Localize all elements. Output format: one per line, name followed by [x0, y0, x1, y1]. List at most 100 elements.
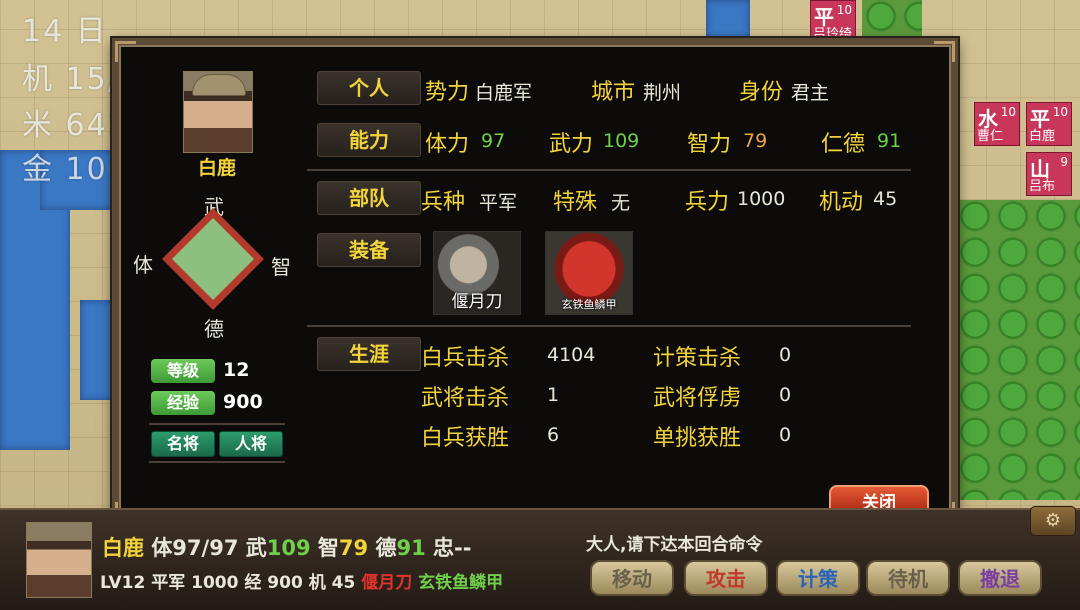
- special-label: 特殊: [553, 190, 598, 215]
- level-value: 12: [223, 359, 250, 381]
- hero-detail-weapon: 偃月刀: [361, 573, 413, 593]
- armor-name: 玄铁鱼鳞甲: [561, 298, 617, 311]
- move-button[interactable]: 移动: [590, 560, 674, 596]
- virtue-value: 91: [877, 130, 902, 152]
- hero-summary-int-label: 智: [317, 536, 339, 560]
- career-stat-label: 武将俘虏: [653, 386, 742, 411]
- level-badge: 等级: [151, 359, 215, 383]
- city-label: 城市: [591, 80, 636, 105]
- career-stat-label: 计策击杀: [653, 346, 742, 371]
- hero-detail-line: LV12 平军 1000 经 900 机 45 偃月刀 玄铁鱼鳞甲: [100, 568, 503, 593]
- unit-level: 10: [1000, 105, 1016, 119]
- hp-label: 体力: [425, 132, 470, 157]
- mobility-label: 机动: [819, 190, 864, 215]
- hero-summary-loyalty: 忠--: [433, 536, 472, 560]
- command-prompt: 大人,请下达本回合命令: [586, 535, 763, 555]
- int-label: 智力: [687, 132, 732, 157]
- career-stat-value: 0: [779, 424, 792, 446]
- faction-value: 白鹿军: [475, 82, 533, 104]
- rank-value: 君主: [791, 82, 830, 104]
- map-unit[interactable]: 山 9 吕布: [1026, 152, 1072, 196]
- hp-value: 97: [481, 130, 506, 152]
- hero-summary-war-label: 武: [245, 536, 267, 560]
- stat-axis-int: 智: [271, 255, 291, 279]
- bottom-status-bar: 白鹿 体97/97 武109 智79 德91 忠-- LV12 平军 1000 …: [0, 508, 1080, 610]
- armor-slot[interactable]: 玄铁鱼鳞甲: [545, 231, 633, 315]
- section-ability: 能力: [317, 123, 421, 157]
- war-value: 109: [603, 130, 640, 152]
- career-stat-value: 4104: [547, 344, 596, 366]
- strategy-button[interactable]: 计策: [776, 560, 860, 596]
- selected-hero-portrait[interactable]: [26, 522, 92, 598]
- stat-axis-virtue: 德: [204, 317, 224, 341]
- unit-level: 10: [1052, 105, 1068, 119]
- mobility-value: 45: [873, 188, 898, 210]
- trait-tag: 人将: [219, 431, 283, 457]
- exp-badge: 经验: [151, 391, 215, 415]
- unit-name: 吕布: [1029, 179, 1056, 194]
- hero-portrait: [183, 71, 253, 153]
- special-value: 无: [611, 192, 631, 214]
- hero-detail-text: LV12 平军 1000 经 900 机 45: [100, 573, 356, 593]
- career-stat-value: 0: [779, 384, 792, 406]
- general-info-dialog: 白鹿 武 体 智 德 等级 12 经验 900 名将 人将 个人 势力 白鹿军 …: [112, 38, 958, 526]
- river: [706, 0, 750, 40]
- unit-name: 白鹿: [1029, 129, 1056, 144]
- divider: [307, 325, 911, 327]
- unit-name: 曹仁: [977, 129, 1004, 144]
- section-career: 生涯: [317, 337, 421, 371]
- hero-summary-virtue: 91: [396, 536, 426, 560]
- city-value: 荆州: [643, 82, 682, 104]
- career-stat-label: 白兵击杀: [421, 346, 510, 371]
- hero-summary-virtue-label: 德: [375, 536, 397, 560]
- hero-summary-hp: 体97/97: [151, 536, 239, 560]
- divider: [149, 423, 285, 425]
- career-stat-value: 1: [547, 384, 560, 406]
- career-stat-value: 0: [779, 344, 792, 366]
- hero-summary-line: 白鹿 体97/97 武109 智79 德91 忠--: [102, 532, 471, 562]
- hero-name: 白鹿: [197, 157, 236, 179]
- divider: [149, 461, 285, 463]
- stat-radar-chart: [162, 208, 264, 310]
- frame-corner: [934, 41, 955, 62]
- section-equipment: 装备: [317, 233, 421, 267]
- forest: [956, 200, 1080, 500]
- career-stat-label: 白兵获胜: [421, 426, 510, 451]
- settings-button[interactable]: ⚙: [1030, 506, 1076, 536]
- unit-level: 9: [1060, 155, 1068, 169]
- troops-value: 1000: [737, 188, 786, 210]
- troops-label: 兵力: [685, 190, 730, 215]
- forest: [862, 0, 922, 38]
- frame-corner: [115, 41, 136, 62]
- section-army: 部队: [317, 181, 421, 215]
- trait-tag: 名将: [151, 431, 215, 457]
- career-stat-label: 武将击杀: [421, 386, 510, 411]
- hero-detail-armor: 玄铁鱼鳞甲: [418, 573, 504, 593]
- wait-button[interactable]: 待机: [866, 560, 950, 596]
- virtue-label: 仁德: [821, 132, 866, 157]
- map-unit[interactable]: 水 10 曹仁: [974, 102, 1020, 146]
- unit-level: 10: [836, 3, 852, 17]
- unit-type-value: 平军: [479, 192, 518, 214]
- hero-summary-war: 109: [266, 536, 311, 560]
- section-personal: 个人: [317, 71, 421, 105]
- hero-summary-int: 79: [338, 536, 369, 560]
- retreat-button[interactable]: 撤退: [958, 560, 1042, 596]
- divider: [307, 169, 911, 171]
- hud-mobility: 机 15/: [22, 62, 120, 97]
- weapon-slot[interactable]: 偃月刀: [433, 231, 521, 315]
- weapon-name: 偃月刀: [451, 292, 503, 312]
- faction-label: 势力: [425, 80, 470, 105]
- int-value: 79: [743, 130, 768, 152]
- attack-button[interactable]: 攻击: [684, 560, 768, 596]
- stat-axis-hp: 体: [133, 253, 153, 277]
- map-unit[interactable]: 平 10 白鹿: [1026, 102, 1072, 146]
- war-label: 武力: [549, 132, 594, 157]
- hero-summary-name: 白鹿: [102, 536, 144, 560]
- exp-value: 900: [223, 391, 263, 413]
- rank-label: 身份: [739, 80, 784, 105]
- gear-icon: ⚙: [1044, 510, 1062, 531]
- career-stat-label: 单挑获胜: [653, 426, 742, 451]
- hud-day: 14 日: [22, 14, 108, 49]
- career-stat-value: 6: [547, 424, 560, 446]
